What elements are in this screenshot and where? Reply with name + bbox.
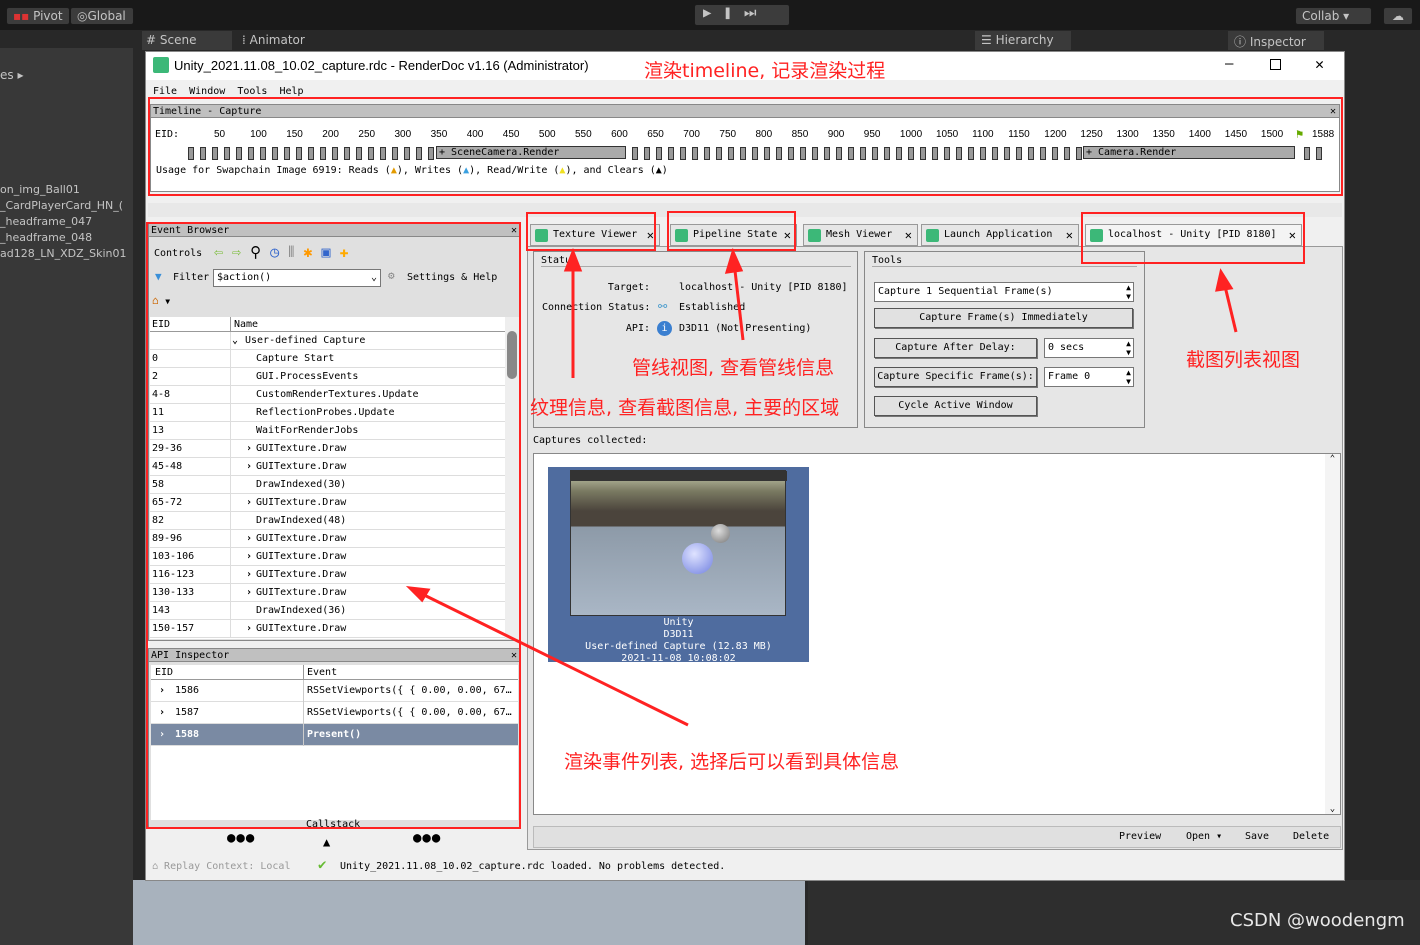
arrowhead xyxy=(724,247,744,274)
arrowhead xyxy=(1215,268,1234,292)
arrow-events xyxy=(417,590,689,727)
arrowhead xyxy=(563,247,583,272)
arrowhead xyxy=(405,586,431,603)
annotation-arrows xyxy=(405,247,1238,727)
arrow-pipeline xyxy=(732,261,745,341)
watermark: CSDN @woodengm xyxy=(1230,910,1405,931)
